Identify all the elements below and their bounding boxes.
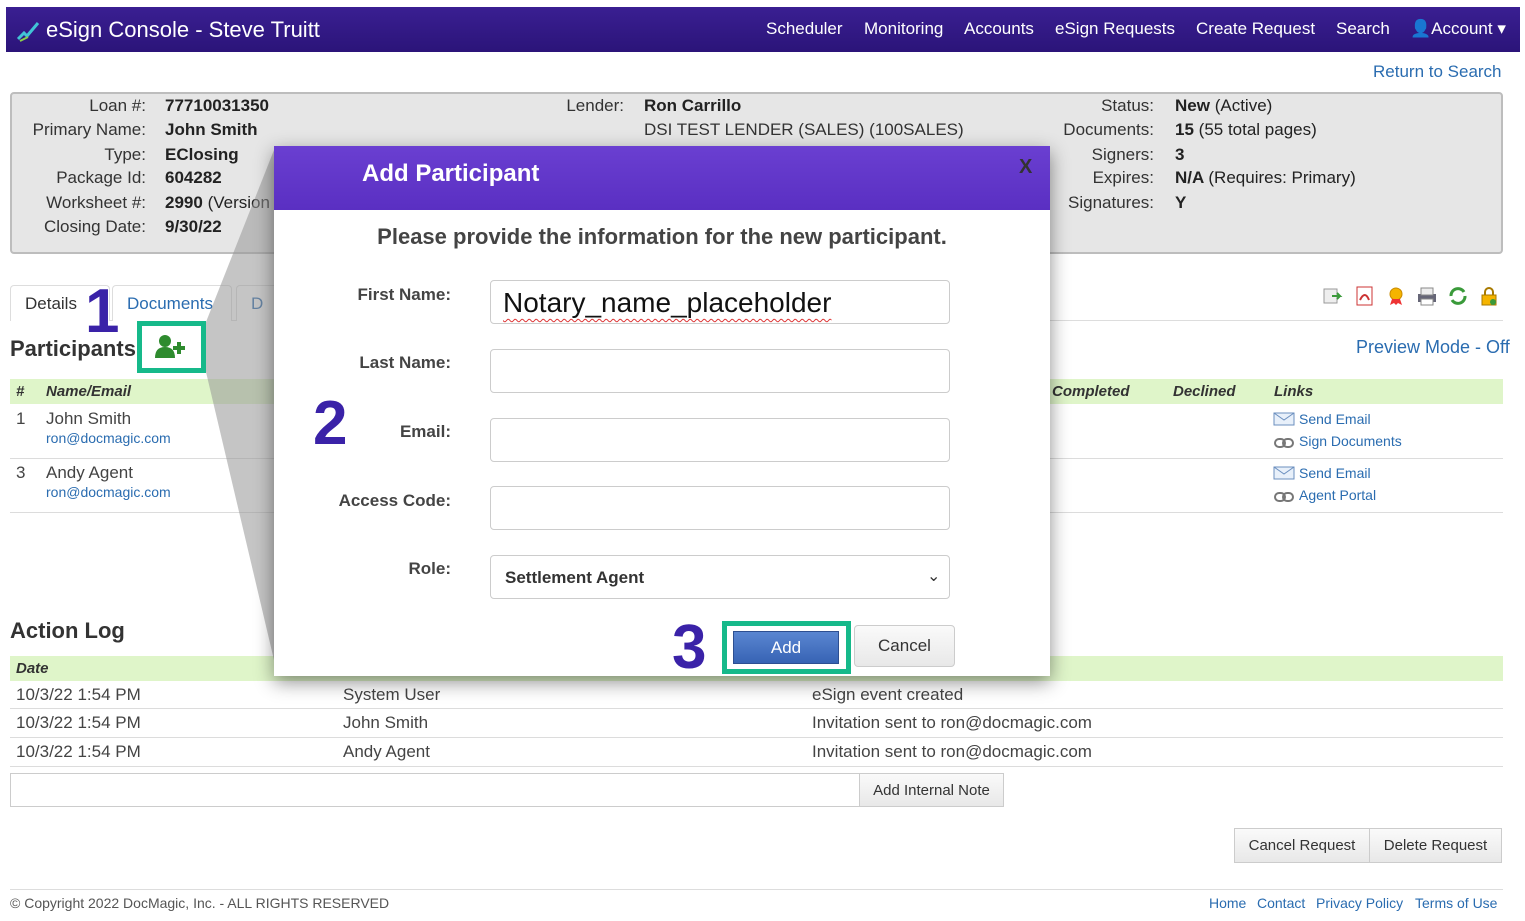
chevron-down-icon: ⌄: [927, 568, 941, 585]
role-selected-value: Settlement Agent: [505, 568, 645, 587]
last-name-label: Last Name:: [359, 353, 451, 372]
step-1-number: 1: [85, 277, 120, 346]
step-3-number: 3: [672, 613, 707, 682]
email-input[interactable]: [490, 418, 950, 462]
modal-title: Add Participant: [362, 160, 540, 187]
role-select[interactable]: Settlement Agent ⌄: [490, 555, 950, 599]
first-name-input[interactable]: Notary_name_placeholder: [490, 280, 950, 324]
access-code-label: Access Code:: [338, 491, 451, 510]
first-name-value: Notary_name_placeholder: [503, 287, 832, 318]
modal-instructions: Please provide the information for the n…: [377, 224, 947, 249]
cancel-button[interactable]: Cancel: [854, 625, 955, 667]
email-label: Email:: [399, 422, 451, 441]
role-label: Role:: [408, 559, 452, 578]
add-participant-modal: Add Participant X Please provide the inf…: [274, 146, 1050, 676]
first-name-label: First Name:: [357, 285, 451, 304]
step-2-number: 2: [313, 389, 348, 458]
add-button[interactable]: Add: [733, 631, 839, 664]
access-code-input[interactable]: [490, 486, 950, 530]
modal-header: Add Participant X: [274, 146, 1050, 210]
close-button[interactable]: X: [1019, 156, 1032, 179]
last-name-input[interactable]: [490, 349, 950, 393]
